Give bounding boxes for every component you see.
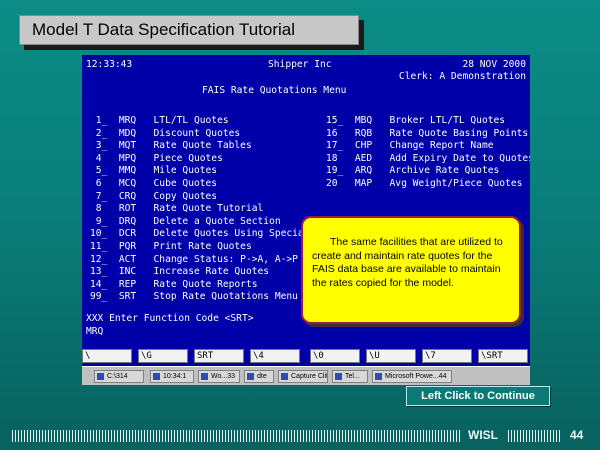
menu-item[interactable]: 18 AED Add Expiry Date to Quotes <box>326 153 530 166</box>
menu-item[interactable]: 20 MAP Avg Weight/Piece Quotes <box>326 178 530 191</box>
function-key[interactable]: \4 <box>250 349 300 363</box>
function-key[interactable]: \SRT <box>478 349 528 363</box>
menu-column-right: 15_ MBQ Broker LTL/TL Quotes 16 RQB Rate… <box>326 115 530 191</box>
page-number: 44 <box>570 428 584 442</box>
menu-item[interactable]: 7_ CRQ Copy Quotes <box>90 191 310 204</box>
menu-item[interactable]: 10_ DCR Delete Quotes Using Special <box>90 228 310 241</box>
slide-title-text: Model T Data Specification Tutorial <box>32 20 296 39</box>
menu-item[interactable]: 13_ INC Increase Rate Quotes <box>90 266 310 279</box>
function-key[interactable]: SRT <box>194 349 244 363</box>
function-code-prompt: XXX Enter Function Code <SRT> <box>86 313 254 324</box>
footer-decoration-left <box>12 430 462 442</box>
function-key[interactable]: \0 <box>310 349 360 363</box>
footer-org: WISL <box>468 428 498 442</box>
menu-item[interactable]: 17_ CHP Change Report Name <box>326 140 530 153</box>
menu-item[interactable]: 5_ MMQ Mile Quotes <box>90 165 310 178</box>
menu-item[interactable]: 11_ PQR Print Rate Quotes <box>90 241 310 254</box>
menu-item[interactable]: 2_ MDQ Discount Quotes <box>90 128 310 141</box>
function-key[interactable]: \U <box>366 349 416 363</box>
function-code-input[interactable]: MRQ <box>86 326 103 339</box>
terminal-time: 12:33:43 <box>86 59 133 70</box>
continue-button-label: Left Click to Continue <box>421 390 535 402</box>
taskbar-item[interactable]: dte <box>244 370 274 383</box>
menu-item[interactable]: 12_ ACT Change Status: P->A, A->P <box>90 254 310 267</box>
taskbar-item[interactable]: Capture Cliff <box>278 370 328 383</box>
menu-item[interactable]: 19_ ARQ Archive Rate Quotes <box>326 165 530 178</box>
footer-decoration-right <box>508 430 562 442</box>
function-key[interactable]: \G <box>138 349 188 363</box>
taskbar-item[interactable]: Wo...33 <box>198 370 240 383</box>
menu-item[interactable]: 99_ SRT Stop Rate Quotations Menu <box>90 291 310 304</box>
menu-item[interactable]: 3_ MQT Rate Quote Tables <box>90 140 310 153</box>
taskbar-item[interactable]: Tel... <box>332 370 368 383</box>
menu-title: FAIS Rate Quotations Menu <box>202 85 347 96</box>
function-key[interactable]: \7 <box>422 349 472 363</box>
taskbar-item[interactable]: Microsoft Powe...44 <box>372 370 452 383</box>
menu-column-left: 1_ MRQ LTL/TL Quotes 2_ MDQ Discount Quo… <box>90 115 310 304</box>
menu-item[interactable]: 16 RQB Rate Quote Basing Points <box>326 128 530 141</box>
taskbar-item[interactable]: C:\314 <box>94 370 144 383</box>
slide-title: Model T Data Specification Tutorial <box>19 15 359 45</box>
terminal-clerk: Clerk: A Demonstration <box>398 71 526 82</box>
menu-item[interactable]: 4 MPQ Piece Quotes <box>90 153 310 166</box>
menu-item[interactable]: 6 MCQ Cube Quotes <box>90 178 310 191</box>
menu-item[interactable]: 8 ROT Rate Quote Tutorial <box>90 203 310 216</box>
terminal-date: 28 NOV 2000 <box>462 59 526 70</box>
continue-button[interactable]: Left Click to Continue <box>406 386 550 406</box>
explanation-callout: The same facilities that are utilized to… <box>301 216 521 324</box>
menu-item[interactable]: 1_ MRQ LTL/TL Quotes <box>90 115 310 128</box>
function-key-bar: \ \G SRT \4 \0 \U \7 \SRT <box>82 349 530 365</box>
taskbar: C:\314 10:34:1 Wo...33 dte Capture Cliff… <box>82 366 530 385</box>
taskbar-item[interactable]: 10:34:1 <box>150 370 194 383</box>
callout-text: The same facilities that are utilized to… <box>312 236 503 289</box>
menu-item[interactable]: 15_ MBQ Broker LTL/TL Quotes <box>326 115 530 128</box>
function-key[interactable]: \ <box>82 349 132 363</box>
terminal-company: Shipper Inc <box>268 59 332 70</box>
menu-item[interactable]: 14_ REP Rate Quote Reports <box>90 279 310 292</box>
menu-item[interactable]: 9_ DRQ Delete a Quote Section <box>90 216 310 229</box>
